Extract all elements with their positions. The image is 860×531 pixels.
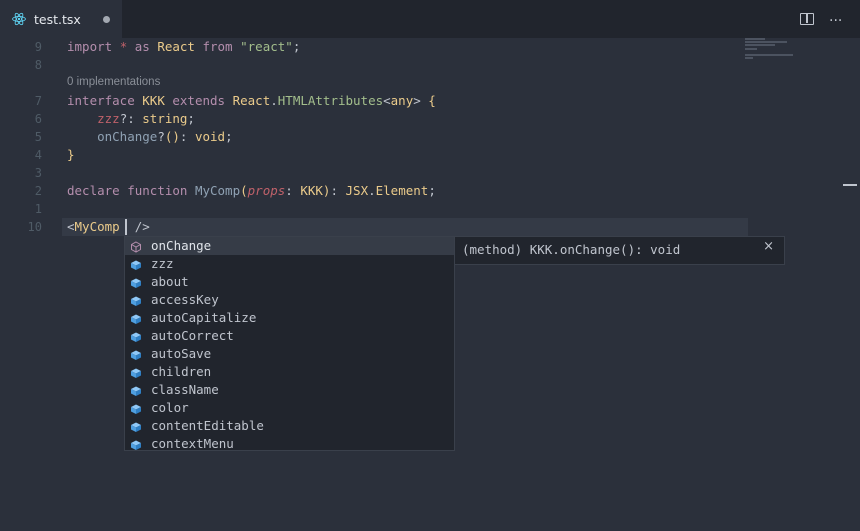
react-icon — [12, 12, 26, 26]
property-icon — [130, 420, 142, 432]
property-icon — [130, 258, 142, 270]
property-icon — [130, 276, 142, 288]
code-text: zzz?: string; — [97, 111, 195, 126]
code-text: } — [67, 147, 75, 162]
code-line[interactable]: 4} — [0, 146, 860, 164]
code-line[interactable]: 7 interface KKK extends React.HTMLAttribu… — [0, 92, 860, 110]
code-text: declare function MyComp(props: KKK): JSX… — [67, 183, 436, 198]
line-number: 3 — [34, 166, 42, 180]
property-icon — [130, 294, 142, 306]
line-number: 2 — [34, 184, 42, 198]
property-icon — [130, 384, 142, 396]
more-actions-icon[interactable]: ··· — [829, 13, 842, 29]
details-signature: (method) KKK.onChange(): void — [462, 242, 681, 257]
suggest-item[interactable]: contextMenu — [125, 435, 454, 453]
line-number: 5 — [34, 130, 42, 144]
line-number: 9 — [34, 40, 42, 54]
split-editor-icon[interactable] — [800, 13, 814, 25]
suggest-item[interactable]: autoCorrect — [125, 327, 454, 345]
tab-title: test.tsx — [34, 11, 81, 27]
code-line[interactable]: 3 — [0, 164, 860, 182]
code-line[interactable]: 5 onChange?(): void; — [0, 128, 860, 146]
suggest-item-label: className — [151, 382, 219, 397]
code-text: interface KKK extends React.HTMLAttribut… — [67, 93, 436, 108]
minimap[interactable] — [745, 38, 805, 68]
suggest-item[interactable]: children — [125, 363, 454, 381]
line-number: 6 — [34, 112, 42, 126]
suggest-item-label: accessKey — [151, 292, 219, 307]
property-icon — [130, 402, 142, 414]
suggest-item[interactable]: className — [125, 381, 454, 399]
line-number: 7 — [34, 94, 42, 108]
suggest-item[interactable]: onChange — [125, 237, 454, 255]
property-icon — [130, 348, 142, 360]
suggest-widget: onChange zzz about accessKey autoCapitalize a… — [124, 236, 455, 451]
title-bar: test.tsx ··· — [0, 0, 860, 38]
codelens-implementations[interactable]: 0 implementations — [67, 76, 160, 88]
code-line[interactable]: 6 zzz?: string; — [0, 110, 860, 128]
suggest-item-label: children — [151, 364, 212, 379]
suggest-item[interactable]: contentEditable — [125, 417, 454, 435]
method-icon — [130, 240, 142, 253]
suggest-item[interactable]: autoCapitalize — [125, 309, 454, 327]
property-icon — [130, 312, 142, 324]
suggest-item-label: contextMenu — [151, 436, 234, 451]
code-editor[interactable]: 0 implementations 9 import * as React fro… — [0, 38, 860, 531]
scrollbar-cursor-marker — [843, 184, 857, 186]
suggest-item-label: about — [151, 274, 189, 289]
property-icon — [130, 366, 142, 378]
code-text: import * as React from "react"; — [67, 39, 301, 54]
property-icon — [130, 330, 142, 342]
suggest-item-label: zzz — [151, 256, 174, 271]
property-icon — [130, 438, 142, 450]
suggest-item-label: contentEditable — [151, 418, 264, 433]
code-text: <MyComp /> — [67, 219, 150, 234]
suggest-item[interactable]: about — [125, 273, 454, 291]
suggest-item-label: onChange — [151, 238, 212, 253]
suggest-item-label: autoSave — [151, 346, 212, 361]
suggest-item-label: autoCorrect — [151, 328, 234, 343]
suggest-item-label: color — [151, 400, 189, 415]
tab-test-tsx[interactable]: test.tsx — [0, 0, 122, 38]
line-number: 10 — [27, 220, 42, 234]
line-number: 8 — [34, 58, 42, 72]
code-line[interactable]: 10 <MyComp /> — [0, 218, 860, 236]
suggest-item[interactable]: zzz — [125, 255, 454, 273]
code-text: onChange?(): void; — [97, 129, 233, 144]
suggest-item[interactable]: color — [125, 399, 454, 417]
suggest-item[interactable]: autoSave — [125, 345, 454, 363]
code-line[interactable]: 9 import * as React from "react"; — [0, 38, 860, 56]
suggest-item[interactable]: accessKey — [125, 291, 454, 309]
text-cursor — [125, 219, 127, 235]
line-number: 4 — [34, 148, 42, 162]
line-number: 1 — [34, 202, 42, 216]
suggest-item-label: autoCapitalize — [151, 310, 257, 325]
close-icon[interactable]: × — [763, 239, 774, 254]
modified-dot-icon[interactable] — [103, 16, 110, 23]
code-line[interactable]: 2 declare function MyComp(props: KKK): JS… — [0, 182, 860, 200]
suggest-details: (method) KKK.onChange(): void × — [454, 236, 785, 265]
code-line[interactable]: 8 — [0, 56, 860, 74]
code-line[interactable]: 1 — [0, 200, 860, 218]
